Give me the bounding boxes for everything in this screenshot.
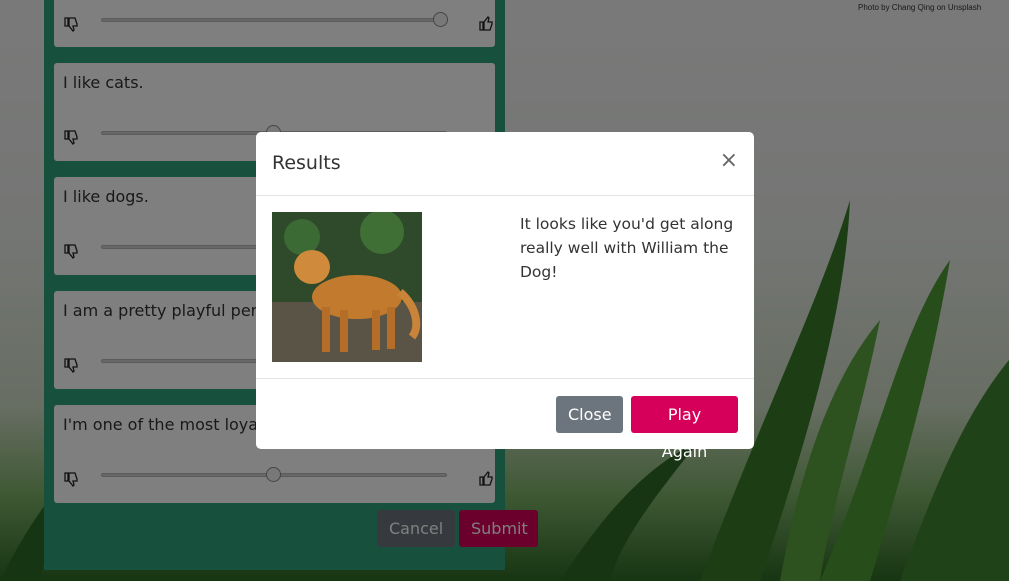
modal-header: Results × — [256, 132, 754, 196]
play-again-button[interactable]: Play Again — [631, 396, 738, 461]
modal-body: It looks like you'd get along really wel… — [256, 196, 754, 378]
results-modal: Results × It looks like you'd get along … — [256, 132, 754, 461]
close-button[interactable]: Close — [556, 396, 623, 433]
dog-photo-image — [272, 212, 422, 362]
result-message: It looks like you'd get along really wel… — [520, 215, 734, 281]
close-icon[interactable]: × — [720, 150, 738, 172]
modal-title: Results — [272, 152, 341, 174]
modal-footer: Close Play Again — [256, 378, 754, 461]
